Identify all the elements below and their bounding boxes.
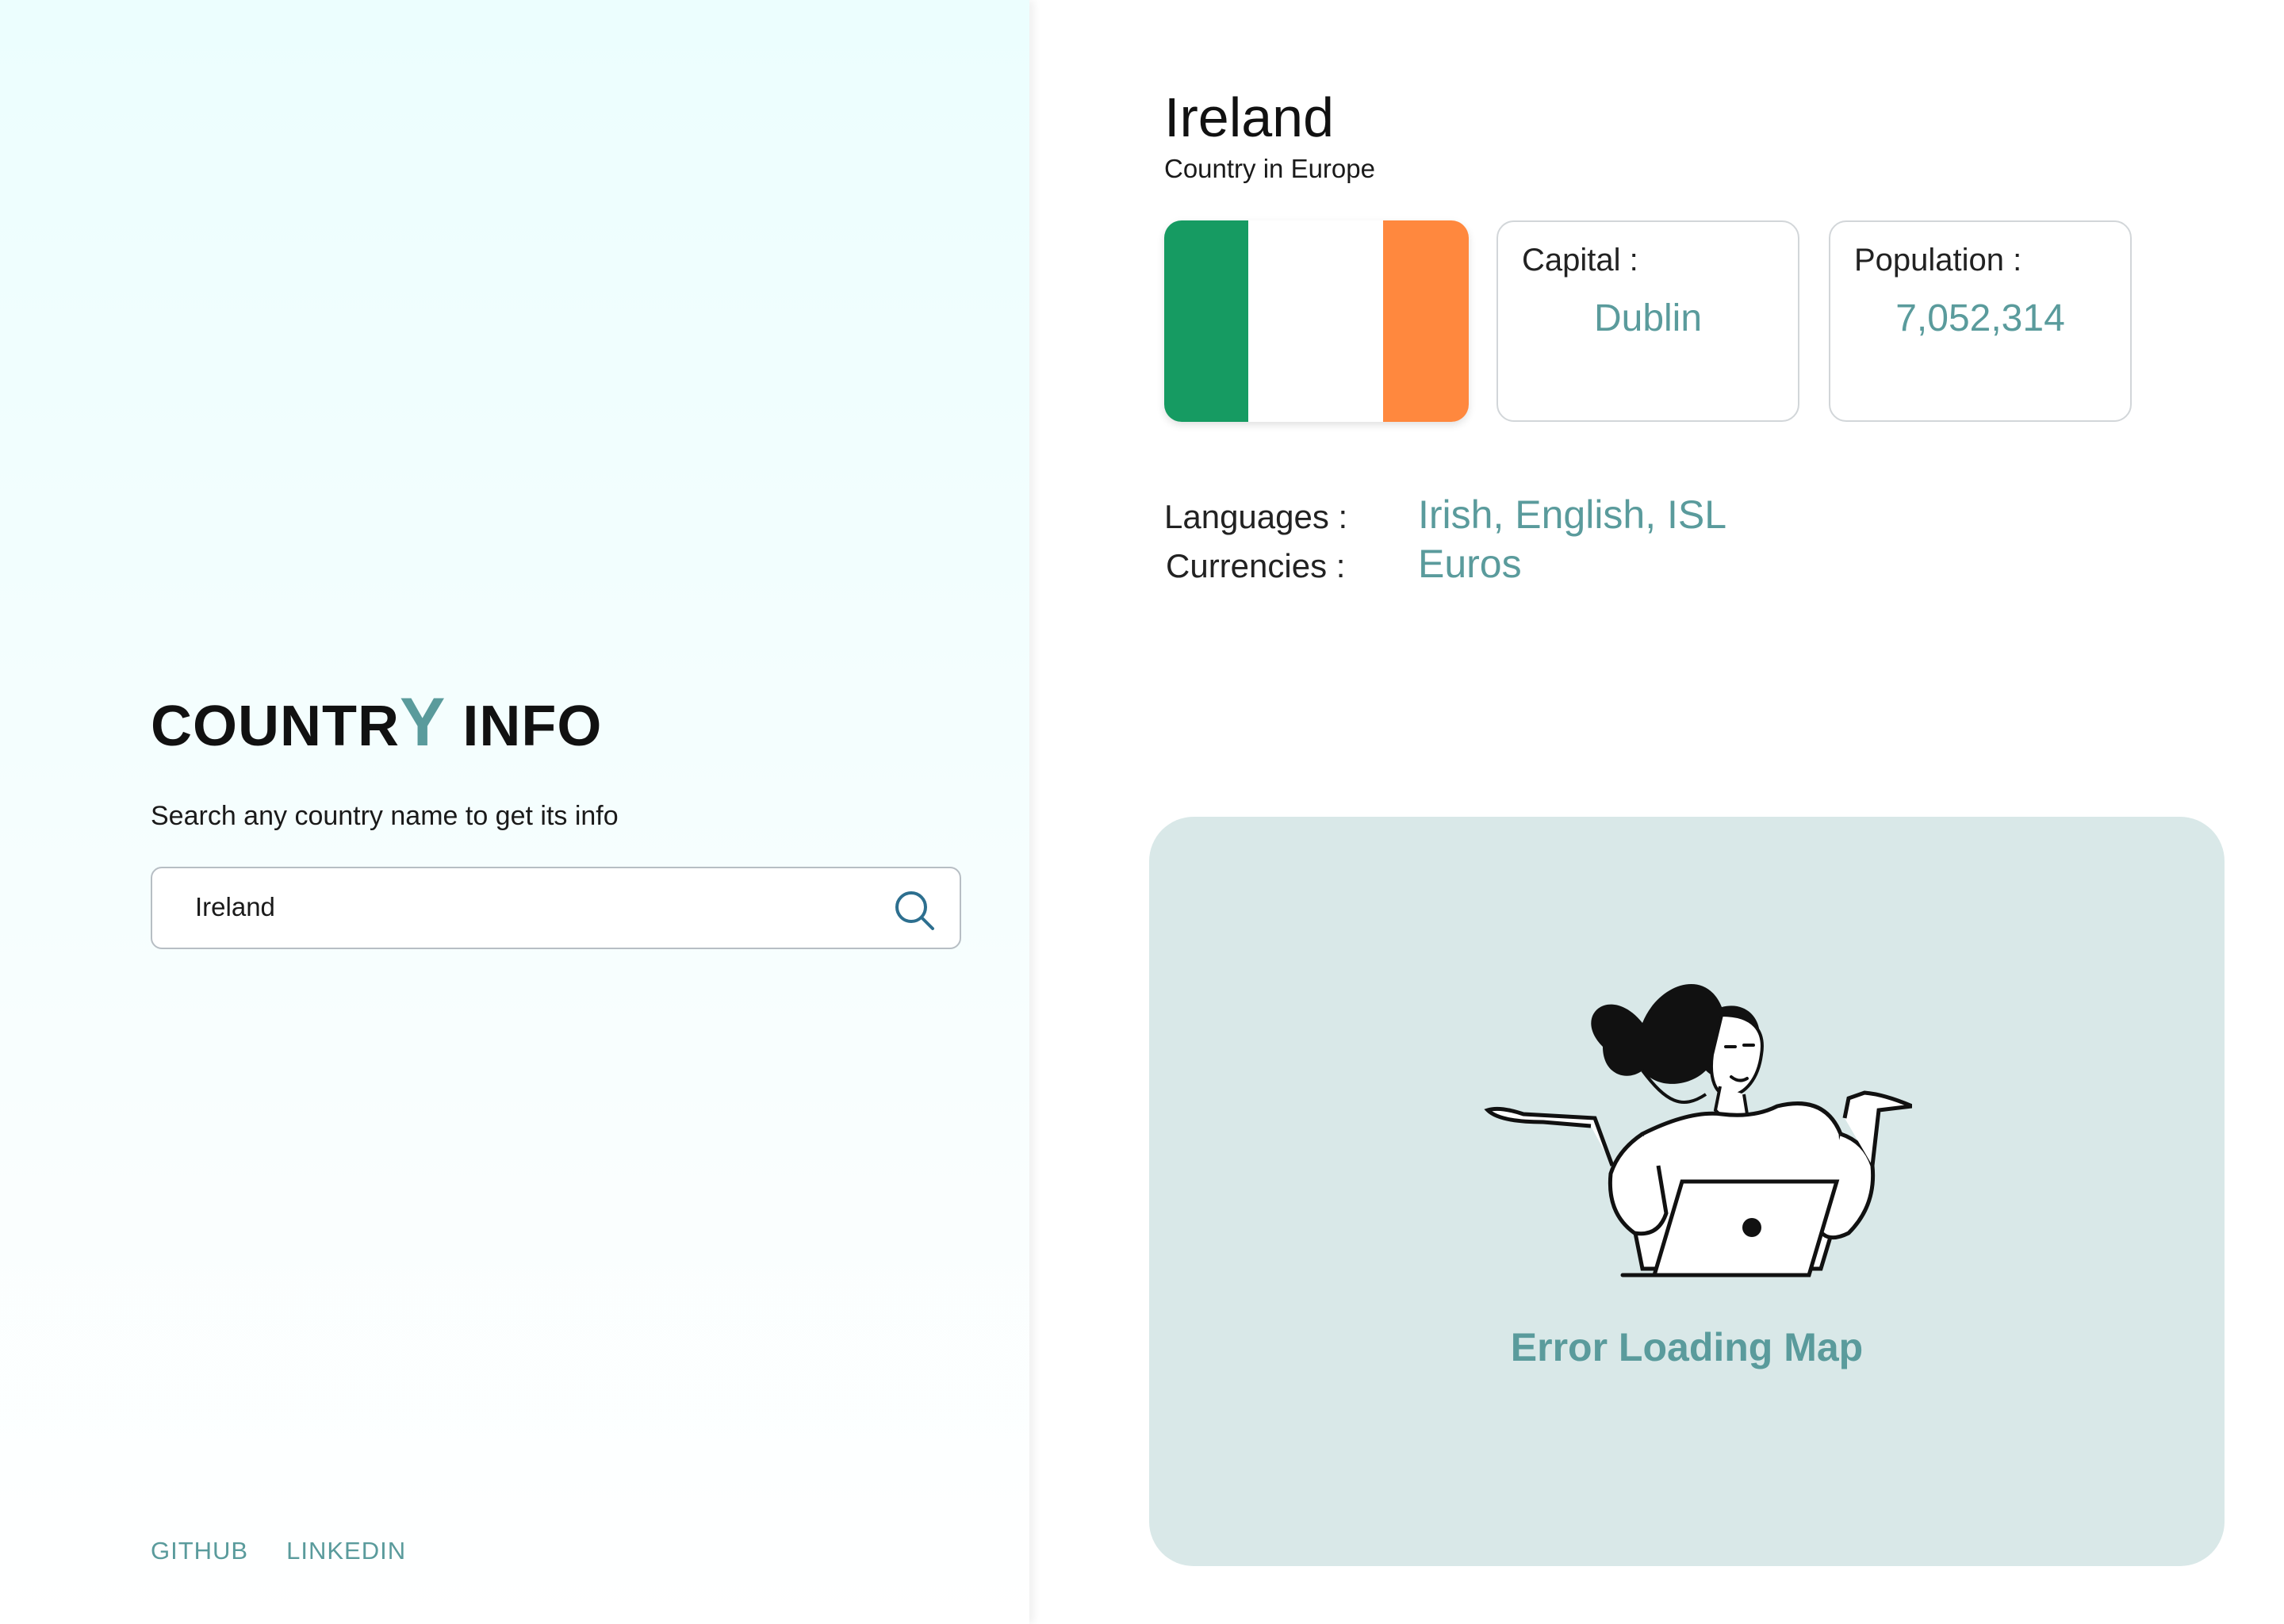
brand-prefix: COUNTR bbox=[151, 695, 400, 758]
flag-stripe-green bbox=[1164, 220, 1248, 422]
flag-stripe-orange bbox=[1383, 220, 1469, 422]
languages-label: Languages : bbox=[1164, 498, 1348, 535]
currencies-label: Currencies : bbox=[1166, 547, 1346, 584]
search-icon[interactable] bbox=[891, 887, 937, 933]
population-card: Population : 7,052,314 bbox=[1829, 220, 2132, 422]
sidebar-panel: COUNTRY INFO Search any country name to … bbox=[0, 0, 1029, 1624]
capital-card: Capital : Dublin bbox=[1496, 220, 1799, 422]
flag-stripe-white bbox=[1248, 220, 1383, 422]
capital-value: Dublin bbox=[1593, 297, 1703, 339]
linkedin-link[interactable]: LINKEDIN bbox=[286, 1537, 406, 1565]
languages-value: Irish, English, ISL bbox=[1418, 492, 1727, 537]
shrugging-person-illustration bbox=[1484, 984, 1912, 1277]
github-link[interactable]: GITHUB bbox=[151, 1537, 248, 1565]
brand-accent: Y bbox=[399, 684, 446, 760]
footer-links: GITHUB LINKEDIN bbox=[151, 1537, 444, 1565]
map-container: Error Loading Map bbox=[1149, 817, 2225, 1566]
capital-label: Capital : bbox=[1522, 243, 1638, 278]
currencies-value: Euros bbox=[1418, 542, 1522, 586]
page: COUNTRY INFO Search any country name to … bbox=[0, 0, 2284, 1624]
population-value: 7,052,314 bbox=[1895, 297, 2065, 339]
search-tagline: Search any country name to get its info bbox=[151, 801, 619, 831]
search-box[interactable]: Ireland bbox=[151, 867, 961, 949]
country-flag bbox=[1164, 220, 1469, 422]
map-error-message: Error Loading Map bbox=[1510, 1325, 1864, 1369]
app-logo-title: COUNTRY INFO bbox=[151, 684, 602, 762]
country-name: Ireland bbox=[1164, 86, 1335, 148]
country-subtitle: Country in Europe bbox=[1164, 154, 1375, 183]
brand-suffix: INFO bbox=[446, 695, 603, 758]
search-input[interactable]: Ireland bbox=[195, 892, 275, 922]
population-label: Population : bbox=[1854, 243, 2022, 278]
